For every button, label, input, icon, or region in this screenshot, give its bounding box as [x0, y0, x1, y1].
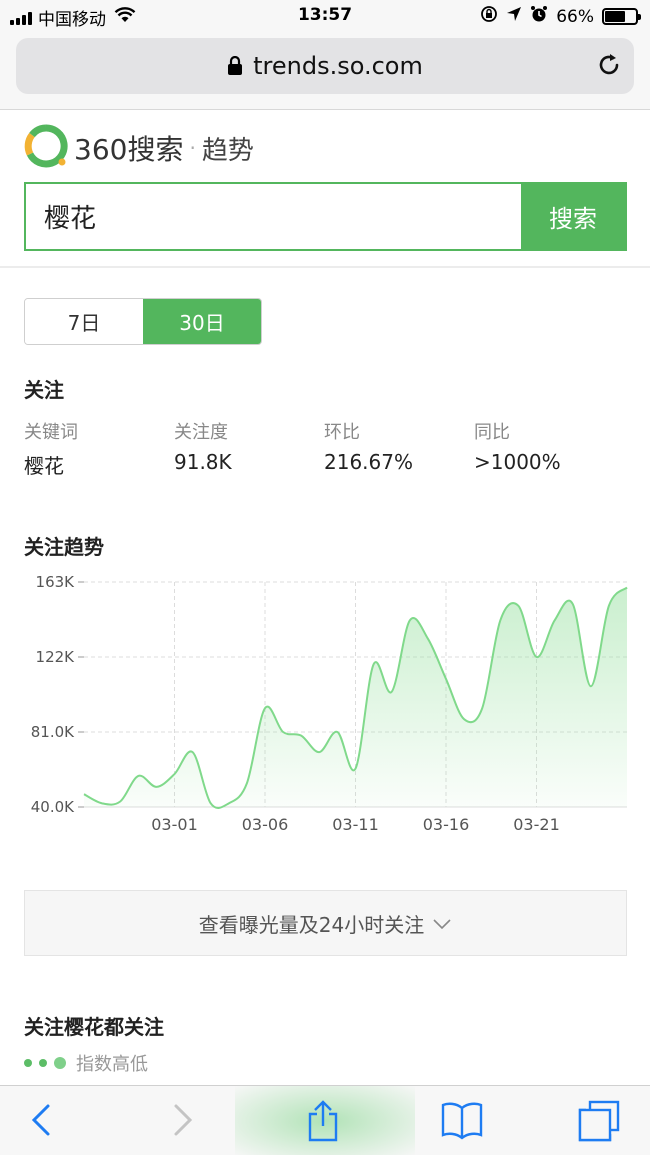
- stat-label: 关键词: [24, 422, 78, 443]
- expand-label: 查看曝光量及24小时关注: [198, 912, 425, 937]
- tab-7-days[interactable]: 7日: [25, 299, 143, 344]
- search-button[interactable]: 搜索: [521, 184, 625, 249]
- x-tick-label: 03-06: [242, 815, 289, 834]
- stat-value: 216.67%: [324, 450, 413, 474]
- lock-icon: [227, 54, 243, 82]
- chevron-down-icon: [432, 911, 452, 935]
- bookmarks-icon[interactable]: [440, 1100, 484, 1144]
- logo-separator: ·: [189, 136, 196, 160]
- rotation-lock-icon: [480, 5, 498, 28]
- y-tick-label: 163K: [36, 573, 76, 591]
- x-tick-label: 03-01: [151, 815, 198, 834]
- legend-dot: [54, 1057, 66, 1069]
- alarm-icon: [530, 5, 548, 28]
- related-title: 关注樱花都关注: [24, 1015, 164, 1039]
- stat-value: 樱花: [24, 454, 64, 478]
- battery-icon: [602, 8, 641, 25]
- x-tick-label: 03-11: [332, 815, 379, 834]
- logo-ring-icon: [24, 124, 68, 172]
- browser-toolbar: [0, 1085, 650, 1155]
- share-icon[interactable]: [305, 1100, 341, 1146]
- header-divider: [0, 266, 650, 268]
- logo-subtitle: 趋势: [201, 135, 254, 166]
- stat-label: 同比: [474, 422, 510, 443]
- trend-chart[interactable]: 163K 122K 81.0K 40.0K 03-01 03-06 03-11 03-16 03…: [0, 566, 650, 846]
- stat-keyword: 关键词 樱花: [24, 418, 174, 479]
- attention-title: 关注: [24, 378, 64, 402]
- stat-attention: 关注度 91.8K: [174, 418, 324, 479]
- range-tabs: 7日 30日: [24, 298, 262, 345]
- search-form: 搜索: [24, 182, 627, 251]
- location-icon: [506, 6, 522, 27]
- stat-label: 关注度: [174, 422, 228, 443]
- expand-exposure-button[interactable]: 查看曝光量及24小时关注: [24, 890, 627, 956]
- reload-icon[interactable]: [596, 52, 622, 82]
- address-bar[interactable]: trends.so.com: [16, 38, 634, 94]
- browser-bar: trends.so.com: [0, 32, 650, 110]
- trend-title: 关注趋势: [24, 535, 104, 559]
- y-tick-label: 122K: [36, 648, 76, 666]
- site-logo[interactable]: 360搜索 · 趋势: [24, 124, 254, 172]
- logo-brand-text: 360搜索: [74, 133, 184, 166]
- stat-mom: 环比 216.67%: [324, 418, 474, 479]
- tabs-icon[interactable]: [578, 1100, 620, 1146]
- url-text: trends.so.com: [253, 52, 423, 80]
- x-tick-label: 03-21: [513, 815, 560, 834]
- stat-yoy: 同比 >1000%: [474, 418, 624, 479]
- legend-dot: [24, 1059, 32, 1067]
- back-icon[interactable]: [28, 1100, 54, 1144]
- x-tick-label: 03-16: [423, 815, 470, 834]
- battery-percent: 66%: [556, 6, 594, 27]
- status-bar: 中国移动 13:57 66%: [0, 0, 650, 32]
- stat-value: >1000%: [474, 450, 561, 474]
- forward-icon[interactable]: [170, 1100, 196, 1144]
- legend-dot: [39, 1059, 47, 1067]
- stat-value: 91.8K: [174, 450, 232, 474]
- search-input[interactable]: [26, 184, 521, 249]
- status-right: 66%: [480, 5, 641, 28]
- url-display[interactable]: trends.so.com: [16, 52, 634, 82]
- index-legend: 指数高低: [24, 1050, 148, 1076]
- legend-label: 指数高低: [76, 1054, 148, 1075]
- y-tick-label: 81.0K: [31, 723, 75, 741]
- tab-30-days[interactable]: 30日: [143, 299, 261, 344]
- attention-stats: 关键词 樱花 关注度 91.8K 环比 216.67% 同比 >1000%: [24, 418, 624, 479]
- y-tick-label: 40.0K: [31, 798, 75, 816]
- stat-label: 环比: [324, 422, 360, 443]
